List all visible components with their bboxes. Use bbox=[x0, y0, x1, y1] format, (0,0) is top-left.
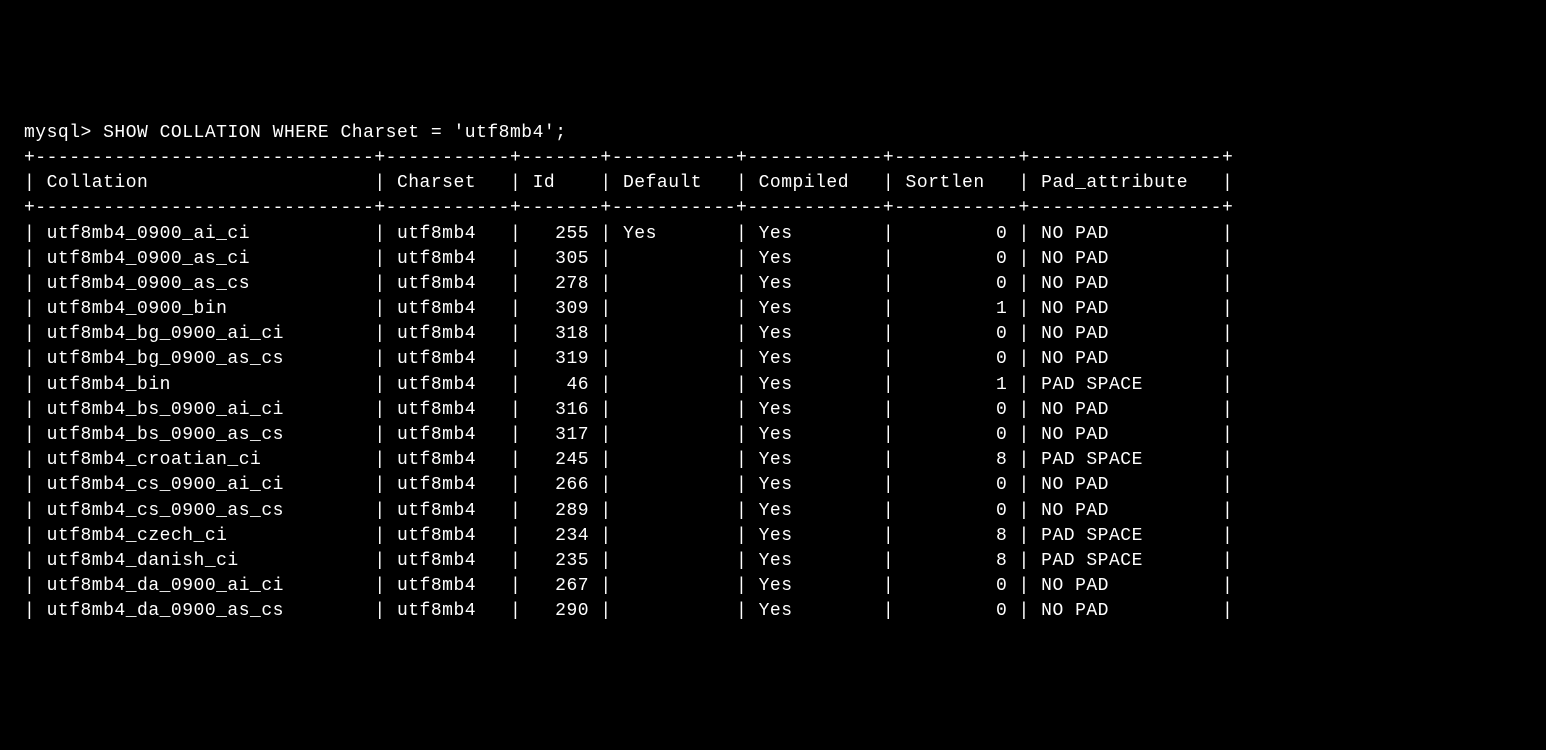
terminal-output: mysql> SHOW COLLATION WHERE Charset = 'u… bbox=[24, 121, 1522, 625]
table-header-row: | Collation | Charset | Id | Default | C… bbox=[24, 173, 1233, 193]
table-body: | utf8mb4_0900_ai_ci | utf8mb4 | 255 | Y… bbox=[24, 224, 1233, 622]
sql-command: SHOW COLLATION WHERE Charset = 'utf8mb4'… bbox=[103, 123, 566, 143]
table-border-top: +------------------------------+--------… bbox=[24, 148, 1233, 168]
mysql-prompt: mysql> bbox=[24, 123, 103, 143]
table-border-mid: +------------------------------+--------… bbox=[24, 198, 1233, 218]
